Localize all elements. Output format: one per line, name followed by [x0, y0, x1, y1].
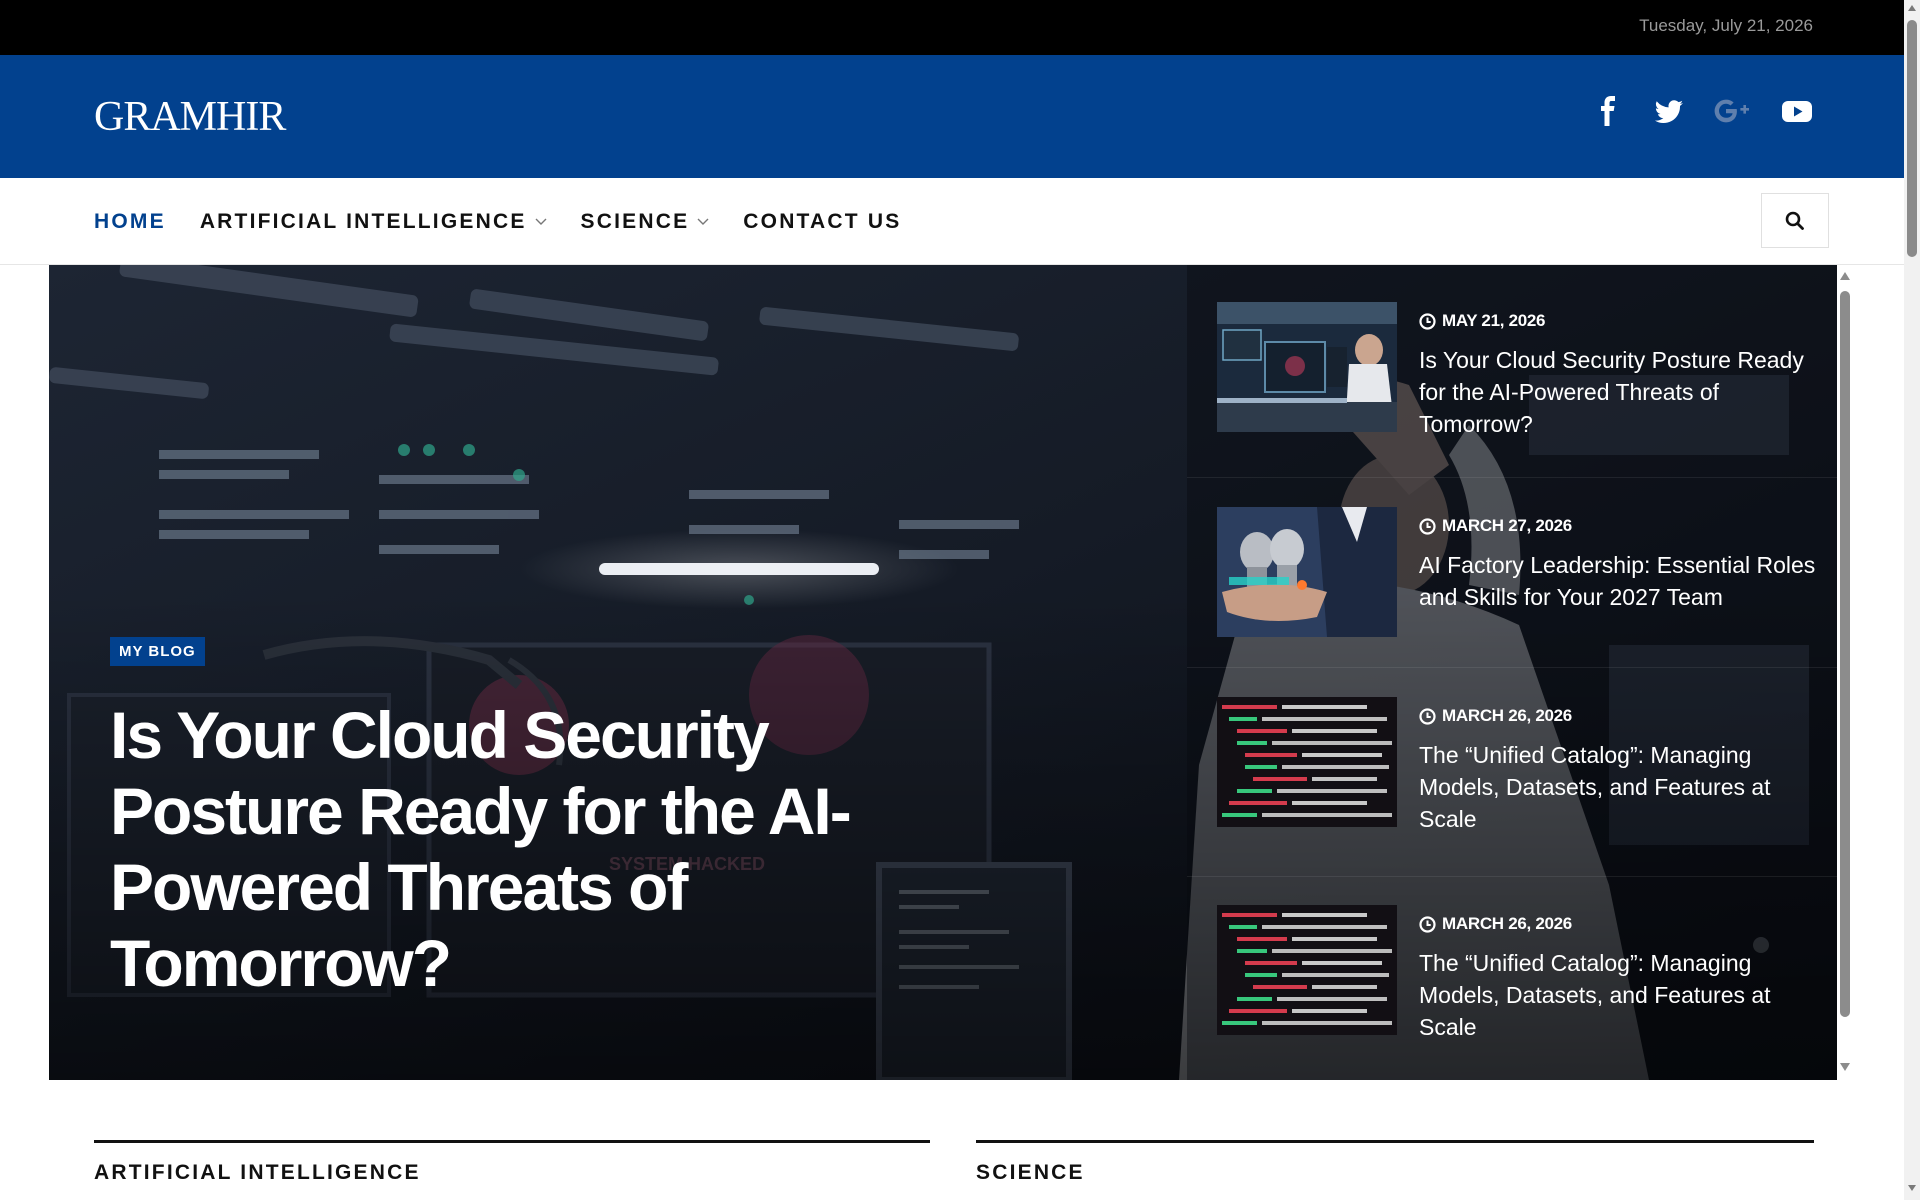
post-thumbnail[interactable]: [1217, 302, 1397, 432]
featured-main-post: MY BLOG Is Your Cloud Security Posture R…: [49, 265, 1187, 1080]
chevron-down-icon: [697, 218, 709, 225]
clock-icon: [1419, 517, 1436, 535]
chevron-down-icon: [535, 218, 547, 225]
post-thumbnail[interactable]: [1217, 697, 1397, 827]
nav-home[interactable]: HOME: [94, 210, 166, 234]
page-scrollbar[interactable]: [1904, 0, 1920, 1200]
post-title[interactable]: The “Unified Catalog”: Managing Models, …: [1419, 947, 1819, 1043]
scrollbar-thumb[interactable]: [1840, 291, 1850, 1017]
current-date: Tuesday, July 21, 2026: [1639, 16, 1813, 35]
divider: [1187, 667, 1837, 668]
nav-contact-label: CONTACT US: [743, 209, 902, 233]
side-list-scrollbar[interactable]: [1837, 265, 1853, 1080]
search-icon: [1785, 211, 1804, 230]
divider: [1187, 477, 1837, 478]
twitter-icon[interactable]: [1653, 95, 1685, 127]
scroll-up-arrow-icon[interactable]: [1839, 271, 1851, 281]
post-date: MARCH 26, 2026: [1442, 914, 1572, 933]
post-title[interactable]: AI Factory Leadership: Essential Roles a…: [1419, 549, 1819, 613]
scroll-down-arrow-icon[interactable]: [1839, 1062, 1851, 1072]
nav-artificial-intelligence[interactable]: ARTIFICIAL INTELLIGENCE: [200, 210, 547, 234]
search-button[interactable]: [1761, 193, 1829, 248]
post-thumbnail[interactable]: [1217, 905, 1397, 1035]
site-logo[interactable]: GRAMHIR: [94, 93, 286, 141]
social-links: [1593, 95, 1813, 127]
facebook-icon[interactable]: [1593, 95, 1625, 127]
divider: [1187, 876, 1837, 877]
google-plus-icon[interactable]: [1713, 95, 1753, 127]
clock-icon: [1419, 707, 1436, 725]
scrollbar-thumb[interactable]: [1907, 20, 1917, 257]
post-date: MARCH 27, 2026: [1442, 516, 1572, 535]
section-heading-artificial-intelligence: ARTIFICIAL INTELLIGENCE: [94, 1140, 930, 1185]
scroll-up-arrow-icon[interactable]: [1907, 4, 1917, 12]
featured-side-list: MAY 21, 2026 Is Your Cloud Security Post…: [1187, 265, 1837, 1080]
top-bar: Tuesday, July 21, 2026: [0, 0, 1904, 55]
category-badge[interactable]: MY BLOG: [110, 637, 205, 666]
nav-home-label: HOME: [94, 209, 166, 233]
nav-science[interactable]: SCIENCE: [581, 210, 710, 234]
post-title[interactable]: Is Your Cloud Security Posture Ready for…: [1419, 344, 1819, 440]
post-date: MARCH 26, 2026: [1442, 706, 1572, 725]
main-nav: HOME ARTIFICIAL INTELLIGENCE SCIENCE CON…: [0, 178, 1904, 265]
post-title[interactable]: The “Unified Catalog”: Managing Models, …: [1419, 739, 1819, 835]
post-thumbnail[interactable]: [1217, 507, 1397, 637]
nav-science-label: SCIENCE: [580, 209, 690, 233]
nav-ai-label: ARTIFICIAL INTELLIGENCE: [199, 209, 527, 233]
clock-icon: [1419, 915, 1436, 933]
nav-contact-us[interactable]: CONTACT US: [743, 210, 901, 234]
featured-title[interactable]: Is Your Cloud Security Posture Ready for…: [110, 697, 940, 1001]
site-header: GRAMHIR: [0, 55, 1904, 178]
clock-icon: [1419, 312, 1436, 330]
post-date: MAY 21, 2026: [1442, 311, 1546, 330]
featured-slider: SYSTEM HACKED MY BLOG Is Your Cloud Secu…: [49, 265, 1837, 1080]
scroll-down-arrow-icon[interactable]: [1907, 1184, 1917, 1192]
section-heading-science: SCIENCE: [976, 1140, 1814, 1185]
youtube-icon[interactable]: [1781, 95, 1813, 127]
